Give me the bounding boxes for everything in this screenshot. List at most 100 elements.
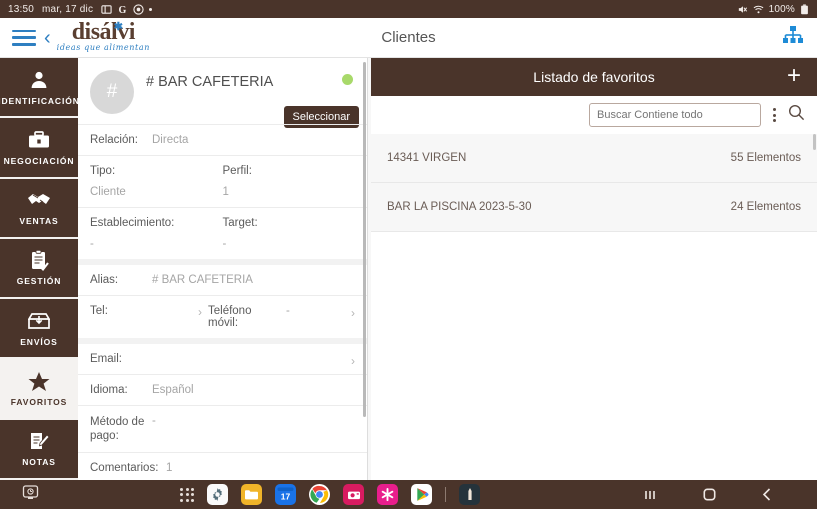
list-item[interactable]: BAR LA PISCINA 2023-5-30 24 Elementos — [371, 183, 817, 232]
list-item[interactable]: 14341 VIRGEN 55 Elementos — [371, 134, 817, 183]
clipboard-check-icon — [30, 249, 49, 271]
sidebar: IDENTIFICACIÓN NEGOCIACIÓN VENTAS GESTIÓ… — [0, 58, 80, 480]
field-label: Establecimiento: — [90, 217, 175, 229]
app-screen: 13:50 mar, 17 dic G 100% ‹ ✱ disálvi ide… — [0, 0, 817, 509]
field-value: 1 — [222, 186, 229, 198]
chevron-right-icon: › — [198, 305, 202, 319]
sidebar-item-envios[interactable]: ENVÍOS — [0, 299, 78, 358]
field-value: Cliente — [90, 186, 126, 198]
field-value: - — [90, 238, 94, 250]
field-label: Relación: — [90, 134, 138, 146]
sidebar-item-ventas[interactable]: VENTAS — [0, 178, 78, 237]
wifi-icon — [753, 4, 764, 15]
field-label: Target: — [222, 217, 258, 229]
sidebar-item-label: FAVORITOS — [10, 397, 68, 408]
field-establecimiento-target[interactable]: Establecimiento: - Target: - — [78, 207, 367, 259]
sidebar-item-identificacion[interactable]: IDENTIFICACIÓN — [0, 58, 80, 117]
favorites-panel: Listado de favoritos + 14341 VIRGEN 55 E… — [371, 58, 817, 480]
taskbar-divider — [445, 487, 446, 502]
client-name: # BAR CAFETERIA — [146, 74, 274, 90]
favorite-name: 14341 VIRGEN — [387, 152, 467, 164]
favorites-header: Listado de favoritos + — [371, 58, 817, 96]
files-folder-icon[interactable] — [241, 484, 262, 505]
favorite-name: BAR LA PISCINA 2023-5-30 — [387, 201, 532, 213]
favorites-list: 14341 VIRGEN 55 Elementos BAR LA PISCINA… — [371, 134, 817, 480]
star-icon — [28, 370, 50, 392]
taskbar-apps: 17 — [60, 484, 600, 505]
chevron-right-icon[interactable]: › — [351, 354, 355, 368]
sidebar-item-label: GESTIÓN — [16, 276, 62, 287]
field-tipo-perfil[interactable]: Tipo: Cliente Perfil: 1 — [78, 155, 367, 207]
avatar: # — [90, 70, 134, 114]
field-label: Idioma: — [90, 384, 128, 396]
search-icon[interactable] — [788, 104, 805, 126]
favorite-count: 24 Elementos — [730, 201, 801, 213]
client-detail-scroll[interactable]: # # BAR CAFETERIA Seleccionar Relación: … — [78, 58, 367, 480]
hamburger-menu-icon[interactable] — [10, 27, 38, 49]
field-value: - — [152, 415, 156, 427]
dot-icon — [149, 7, 153, 11]
status-time: 13:50 — [8, 3, 35, 15]
field-value: 1 — [166, 462, 173, 474]
person-icon — [29, 69, 49, 91]
sidebar-item-label: IDENTIFICACIÓN — [0, 95, 80, 106]
calendar-icon[interactable]: 17 — [275, 484, 296, 505]
sidebar-item-label: ENVÍOS — [20, 336, 58, 347]
more-options-icon[interactable] — [771, 106, 778, 124]
logo-star-icon: ✱ — [113, 21, 123, 33]
status-badge — [342, 74, 353, 85]
sidebar-item-favoritos[interactable]: FAVORITOS — [0, 359, 78, 418]
notes-pencil-icon — [28, 430, 50, 452]
status-date: mar, 17 dic — [42, 3, 94, 15]
field-metodo-pago[interactable]: Método de pago: - — [78, 405, 367, 452]
field-relacion[interactable]: Relación: Directa — [78, 124, 367, 155]
screenshot-icon — [101, 4, 112, 15]
field-value: - — [286, 305, 290, 317]
app-drawer-icon[interactable] — [180, 487, 194, 502]
sidebar-item-label: NEGOCIACIÓN — [3, 155, 75, 166]
sidebar-item-notas[interactable]: NOTAS — [0, 419, 78, 478]
svg-text:17: 17 — [281, 492, 291, 502]
search-input[interactable] — [589, 103, 761, 127]
favorites-search-bar — [371, 96, 817, 134]
field-idioma[interactable]: Idioma: Español — [78, 374, 367, 405]
chevron-right-icon[interactable]: › — [351, 306, 355, 320]
detail-scrollbar[interactable] — [363, 62, 366, 417]
settings-gear-icon[interactable] — [207, 484, 228, 505]
battery-percent: 100% — [768, 3, 795, 15]
field-telefono[interactable]: Tel: › Teléfono móvil: - › — [78, 295, 367, 338]
field-value: Directa — [152, 134, 189, 146]
pen-app-icon[interactable] — [459, 484, 480, 505]
field-label: Método de pago: — [90, 416, 145, 442]
app-logo[interactable]: ✱ disálvi ideas que alimentan — [57, 19, 150, 53]
camera-app-icon[interactable] — [343, 484, 364, 505]
app-bar: ‹ ✱ disálvi ideas que alimentan Clientes — [0, 18, 817, 58]
chrome-icon[interactable] — [309, 484, 330, 505]
field-value: # BAR CAFETERIA — [152, 274, 253, 286]
client-header: # # BAR CAFETERIA Seleccionar — [78, 58, 367, 128]
svg-text:G: G — [119, 5, 127, 15]
field-label: Tipo: — [90, 165, 116, 177]
snowflake-app-icon[interactable] — [377, 484, 398, 505]
main-body: IDENTIFICACIÓN NEGOCIACIÓN VENTAS GESTIÓ… — [0, 58, 817, 480]
screen-cast-icon[interactable] — [22, 484, 39, 506]
field-label: Teléfono móvil: — [208, 305, 252, 329]
play-store-icon[interactable] — [411, 484, 432, 505]
recents-icon[interactable] — [643, 488, 659, 502]
hierarchy-icon[interactable] — [783, 26, 803, 49]
shipping-box-icon — [28, 310, 50, 332]
logo-text: disálvi — [71, 19, 136, 45]
plus-icon[interactable]: + — [787, 64, 801, 88]
sidebar-item-gestion[interactable]: GESTIÓN — [0, 238, 78, 298]
back-chevron-icon[interactable]: ‹ — [44, 28, 51, 48]
sidebar-item-negociacion[interactable]: NEGOCIACIÓN — [0, 118, 78, 177]
favorites-title: Listado de favoritos — [533, 69, 655, 85]
field-alias[interactable]: Alias: # BAR CAFETERIA — [78, 259, 367, 295]
home-icon[interactable] — [702, 487, 717, 502]
field-label: Perfil: — [222, 165, 252, 177]
back-icon[interactable] — [760, 487, 774, 502]
sidebar-item-label: VENTAS — [19, 216, 59, 227]
field-email[interactable]: Email: › — [78, 338, 367, 374]
favorites-empty-area — [371, 232, 817, 480]
field-comentarios[interactable]: Comentarios: 1 — [78, 452, 367, 480]
